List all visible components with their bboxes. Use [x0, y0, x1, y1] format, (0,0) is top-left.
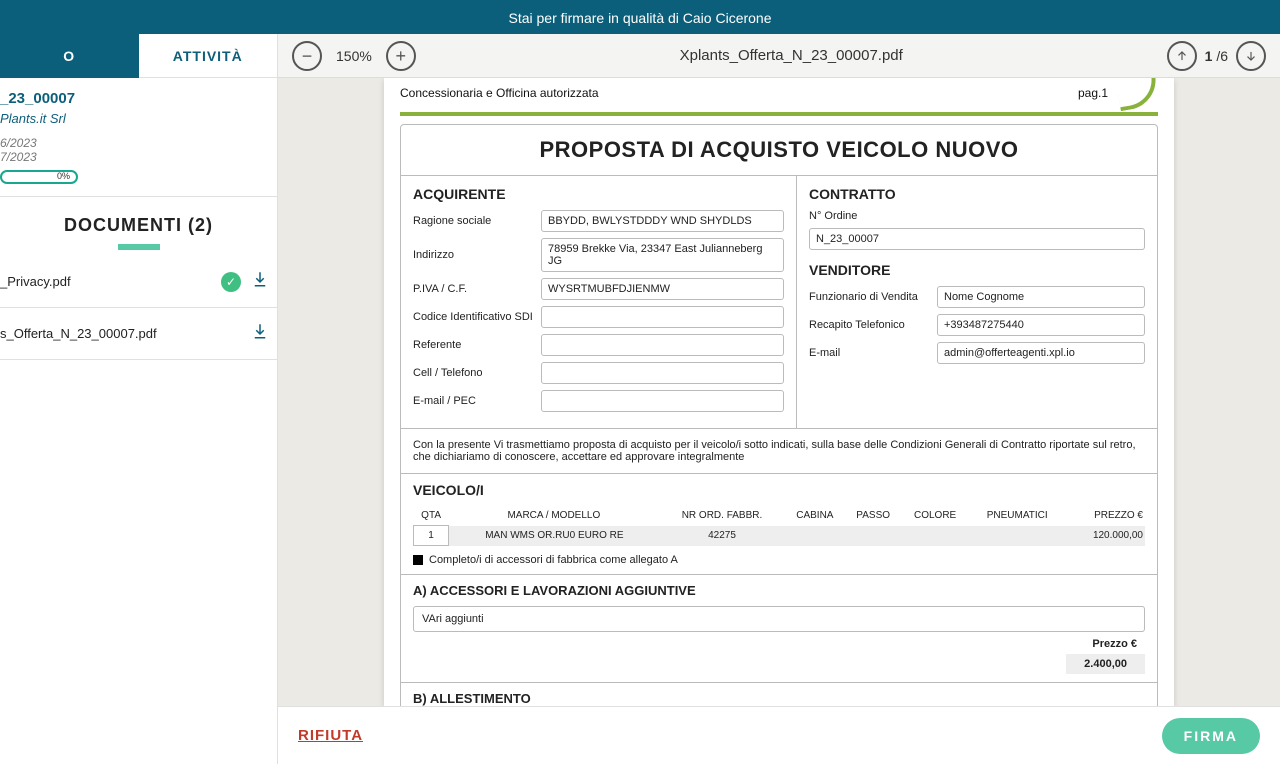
- pdf-disclaimer: Con la presente Vi trasmettiamo proposta…: [401, 428, 1157, 473]
- document-name: s_Offerta_N_23_00007.pdf: [0, 326, 157, 341]
- pdf-title: PROPOSTA DI ACQUISTO VEICOLO NUOVO: [401, 125, 1157, 175]
- page-up-button[interactable]: [1167, 41, 1197, 71]
- veicolo-title: VEICOLO/I: [413, 482, 1145, 498]
- document-item[interactable]: _Privacy.pdf ✓: [0, 256, 277, 308]
- page-down-button[interactable]: [1236, 41, 1266, 71]
- field-referente: [541, 334, 784, 356]
- dossier-title: _23_00007: [0, 90, 277, 107]
- signing-banner: Stai per firmare in qualità di Caio Cice…: [0, 2, 1280, 34]
- download-icon[interactable]: [251, 270, 269, 293]
- field-recapito: +393487275440: [937, 314, 1145, 336]
- pdf-page: Concessionaria e Officina autorizzata pa…: [384, 78, 1174, 706]
- document-item[interactable]: s_Offerta_N_23_00007.pdf: [0, 308, 277, 360]
- reject-button[interactable]: RIFIUTA: [298, 727, 363, 744]
- zoom-value: 150%: [336, 48, 372, 64]
- progress-percent: 0%: [57, 171, 70, 181]
- page-total: /6: [1216, 48, 1228, 64]
- progress-bar: 0%: [0, 170, 78, 184]
- date-2: 7/2023: [0, 150, 277, 164]
- checkbox-icon: [413, 555, 423, 565]
- veicolo-note: Completo/i di accessori di fabbrica come…: [429, 554, 678, 566]
- contratto-title: CONTRATTO: [809, 186, 1145, 202]
- venditore-title: VENDITORE: [809, 262, 1145, 278]
- viewer-toolbar: − 150% + Xplants_Offerta_N_23_00007.pdf …: [278, 34, 1280, 78]
- veicolo-table: QTA MARCA / MODELLO NR ORD. FABBR. CABIN…: [413, 506, 1145, 546]
- field-funzionario: Nome Cognome: [937, 286, 1145, 308]
- sidebar: O ATTIVITÀ _23_00007 Plants.it Srl 6/202…: [0, 34, 278, 764]
- pdf-viewer[interactable]: Concessionaria e Officina autorizzata pa…: [278, 78, 1280, 706]
- price-value: 2.400,00: [1066, 654, 1145, 674]
- tab-left[interactable]: O: [0, 34, 139, 78]
- pdf-header-left: Concessionaria e Officina autorizzata: [400, 86, 599, 100]
- section-b-title: B) ALLESTIMENTO: [413, 691, 1145, 706]
- pdf-page-num: pag.1: [1078, 86, 1108, 100]
- tab-activity[interactable]: ATTIVITÀ: [139, 34, 278, 78]
- date-1: 6/2023: [0, 136, 277, 150]
- field-indirizzo: 78959 Brekke Via, 23347 East Julianneber…: [541, 238, 784, 272]
- zoom-in-button[interactable]: +: [386, 41, 416, 71]
- documents-title: DOCUMENTI (2): [0, 215, 277, 236]
- field-sdi: [541, 306, 784, 328]
- dossier-subtitle: Plants.it Srl: [0, 111, 277, 126]
- field-vend-email: admin@offerteagenti.xpl.io: [937, 342, 1145, 364]
- field-ragione: BBYDD, BWLYSTDDDY WND SHYDLDS: [541, 210, 784, 232]
- check-icon: ✓: [221, 272, 241, 292]
- section-a-text: VAri aggiunti: [413, 606, 1145, 632]
- price-label: Prezzo €: [1092, 638, 1137, 650]
- sign-button[interactable]: FIRMA: [1162, 718, 1260, 754]
- document-name: _Privacy.pdf: [0, 274, 71, 289]
- field-cell: [541, 362, 784, 384]
- file-title: Xplants_Offerta_N_23_00007.pdf: [426, 47, 1157, 64]
- acquirente-title: ACQUIRENTE: [413, 186, 784, 202]
- field-nordine: N_23_00007: [809, 228, 1145, 250]
- field-email: [541, 390, 784, 412]
- logo-swoosh: [1116, 78, 1161, 111]
- section-a-title: A) ACCESSORI E LAVORAZIONI AGGIUNTIVE: [413, 583, 1145, 598]
- zoom-out-button[interactable]: −: [292, 41, 322, 71]
- page-current: 1: [1205, 48, 1213, 64]
- field-piva: WYSRTMUBFDJIENMW: [541, 278, 784, 300]
- download-icon[interactable]: [251, 322, 269, 345]
